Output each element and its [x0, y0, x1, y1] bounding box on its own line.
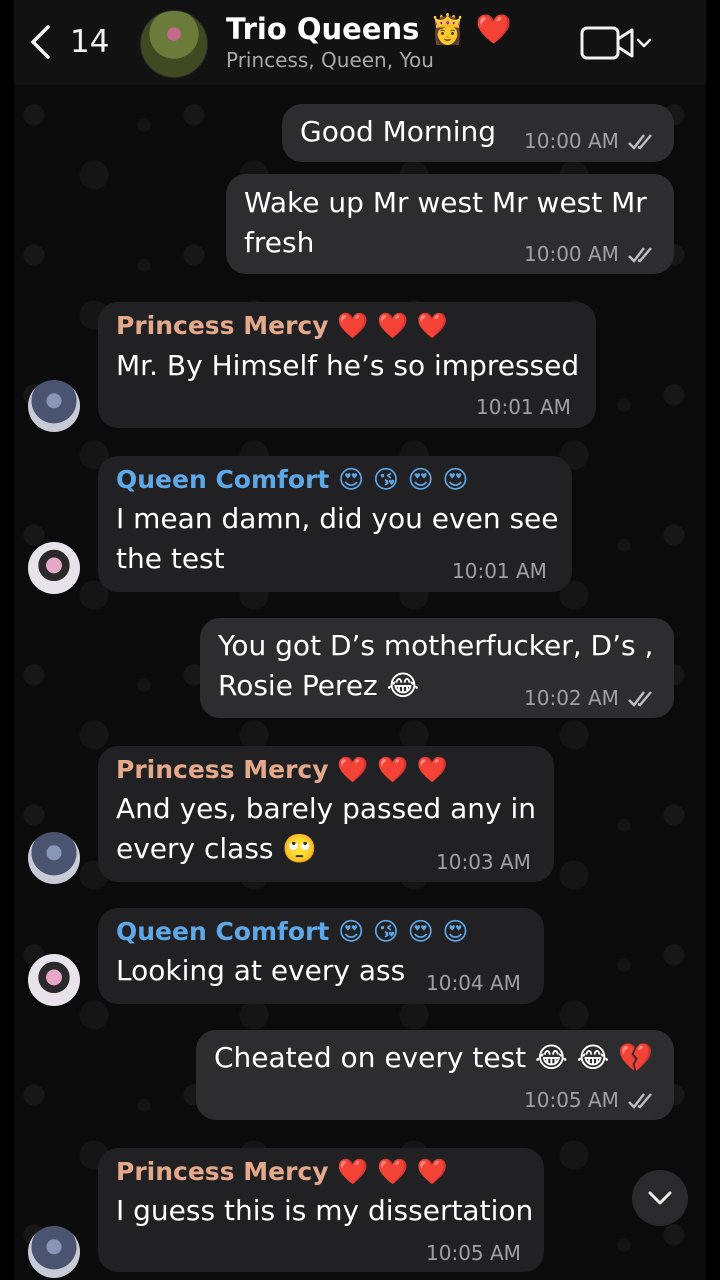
message-text: I guess this is my dissertation: [116, 1194, 534, 1227]
sender-name[interactable]: Queen Comfort 😍 😘 😍 😍: [116, 465, 468, 494]
group-avatar[interactable]: [140, 10, 208, 78]
read-receipt-icon: [628, 1093, 652, 1109]
message-bubble-incoming[interactable]: Queen Comfort 😍 😘 😍 😍 I mean damn, did y…: [98, 456, 572, 592]
avatar[interactable]: [28, 1226, 80, 1278]
message-time: 10:01 AM: [476, 395, 571, 419]
message-time: 10:03 AM: [436, 850, 531, 874]
video-call-button[interactable]: [580, 24, 658, 62]
message-text: every class 🙄: [116, 832, 318, 865]
group-members[interactable]: Princess, Queen, You: [226, 48, 434, 72]
avatar[interactable]: [28, 832, 80, 884]
unread-count: 14: [70, 24, 110, 60]
read-receipt-icon: [628, 134, 652, 150]
message-text: And yes, barely passed any in: [116, 792, 536, 825]
sender-name[interactable]: Princess Mercy ❤️ ❤️ ❤️: [116, 311, 448, 341]
message-bubble-incoming[interactable]: Princess Mercy ❤️ ❤️ ❤️ And yes, barely …: [98, 746, 554, 882]
avatar[interactable]: [28, 542, 80, 594]
message-text: fresh: [244, 226, 315, 259]
sender-name[interactable]: Princess Mercy ❤️ ❤️ ❤️: [116, 1157, 448, 1187]
chat-screen: 14 Trio Queens 👸 ❤️ Princess, Queen, You…: [14, 0, 706, 1280]
chat-header: 14 Trio Queens 👸 ❤️ Princess, Queen, You: [14, 0, 706, 85]
message-text: Cheated on every test 😂 😂 💔: [214, 1041, 654, 1074]
message-bubble-incoming[interactable]: Princess Mercy ❤️ ❤️ ❤️ I guess this is …: [98, 1148, 544, 1272]
message-time: 10:04 AM: [426, 971, 521, 995]
group-title[interactable]: Trio Queens 👸 ❤️: [226, 12, 512, 47]
sender-name[interactable]: Princess Mercy ❤️ ❤️ ❤️: [116, 755, 448, 785]
message-time: 10:00 AM: [524, 242, 619, 266]
message-bubble-outgoing[interactable]: You got D’s motherfucker, D’s , Rosie Pe…: [200, 618, 674, 718]
message-bubble-outgoing[interactable]: Good Morning 10:00 AM: [282, 104, 674, 162]
message-time: 10:05 AM: [426, 1241, 521, 1265]
message-text: Mr. By Himself he’s so impressed: [116, 349, 580, 382]
message-list[interactable]: Good Morning 10:00 AM Wake up Mr west Mr…: [14, 85, 706, 1280]
message-bubble-incoming[interactable]: Queen Comfort 😍 😘 😍 😍 Looking at every a…: [98, 908, 544, 1004]
sender-name[interactable]: Queen Comfort 😍 😘 😍 😍: [116, 917, 468, 946]
message-bubble-outgoing[interactable]: Cheated on every test 😂 😂 💔 10:05 AM: [196, 1030, 674, 1120]
message-text: the test: [116, 542, 225, 575]
message-text: I mean damn, did you even see: [116, 502, 559, 535]
chevron-left-icon: [28, 22, 52, 62]
back-button[interactable]: 14: [28, 22, 118, 62]
message-text: Wake up Mr west Mr west Mr: [244, 186, 647, 219]
message-text: You got D’s motherfucker, D’s ,: [218, 629, 654, 662]
chevron-down-icon: [648, 1191, 672, 1205]
message-time: 10:02 AM: [524, 686, 619, 710]
message-time: 10:05 AM: [524, 1088, 619, 1112]
video-call-icon: [580, 26, 652, 60]
scroll-to-bottom-button[interactable]: [632, 1170, 688, 1226]
message-text: Looking at every ass: [116, 954, 406, 987]
avatar[interactable]: [28, 380, 80, 432]
message-bubble-incoming[interactable]: Princess Mercy ❤️ ❤️ ❤️ Mr. By Himself h…: [98, 302, 596, 428]
read-receipt-icon: [628, 247, 652, 263]
message-time: 10:00 AM: [524, 129, 619, 153]
message-bubble-outgoing[interactable]: Wake up Mr west Mr west Mr fresh 10:00 A…: [226, 174, 674, 274]
message-time: 10:01 AM: [452, 559, 547, 583]
message-text: Good Morning: [300, 115, 496, 148]
read-receipt-icon: [628, 691, 652, 707]
avatar[interactable]: [28, 954, 80, 1006]
message-text: Rosie Perez 😂: [218, 669, 420, 702]
